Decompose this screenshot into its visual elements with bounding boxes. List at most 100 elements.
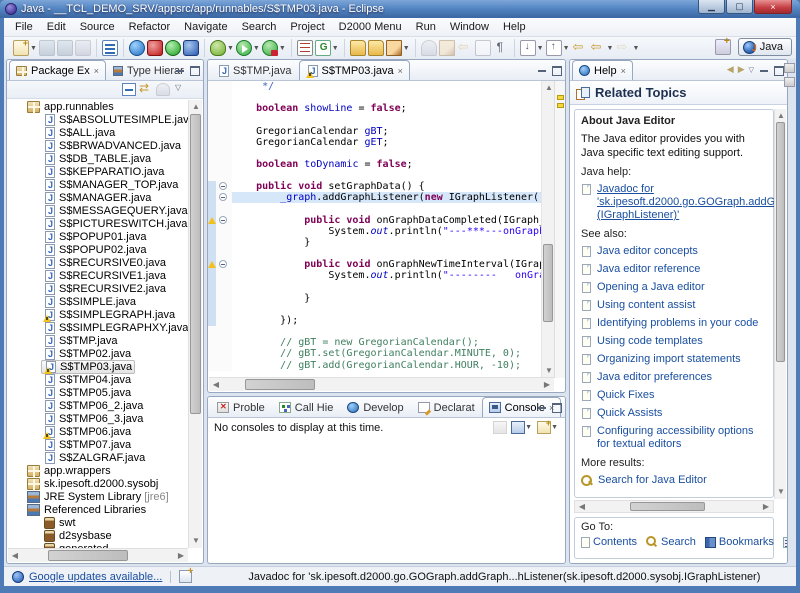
help-topic-link[interactable]: Java editor reference [581,263,767,276]
help-topic-link[interactable]: Quick Fixes [581,389,767,402]
code-editor[interactable]: */ boolean showLine = false; GregorianCa… [208,81,565,378]
search-for-java-editor-link[interactable]: Search for Java Editor [581,474,767,487]
help-topic-link[interactable]: Java editor concepts [581,245,767,258]
edit-tool-icon[interactable] [386,40,402,56]
previous-annotation-dropdown-icon[interactable]: ▼ [563,45,570,52]
help-view-menu-icon[interactable]: ▽ [749,66,754,74]
d2000-red-tool-icon[interactable] [147,40,163,56]
tree-vertical-scrollbar[interactable]: ▲ ▼ [188,100,202,548]
tree-horizontal-scrollbar[interactable]: ◀ ▶ [8,548,188,562]
open-folder2-icon[interactable] [368,40,384,56]
restore-view-icon[interactable] [784,63,795,73]
minimize-view-icon[interactable] [174,64,186,75]
d2000-globe-icon[interactable] [129,40,145,56]
editor-tab-s-tmp-java[interactable]: S$TMP.java [210,60,299,80]
debug-icon[interactable] [210,40,226,56]
google-updates-link[interactable]: Google updates available... [29,571,162,583]
back-dropdown-icon[interactable]: ▼ [607,45,614,52]
tree-item[interactable]: S$TMP.java [7,334,188,347]
menu-refactor[interactable]: Refactor [122,19,178,35]
maximize-console-icon[interactable] [550,401,562,412]
tree-item[interactable]: S$TMP04.java [7,373,188,386]
maximize-editor-icon[interactable] [550,64,562,75]
help-back-icon[interactable]: ◀ [727,64,734,75]
tree-item[interactable]: JRE System Library[jre6] [7,490,188,503]
collapse-all-icon[interactable] [122,83,136,96]
tab-help[interactable]: Help × [572,60,633,80]
previous-annotation-icon[interactable] [546,40,562,56]
tree-item[interactable]: S$ALL.java [7,126,188,139]
editor-vertical-scrollbar[interactable]: ▲ ▼ [541,81,554,378]
tree-item[interactable]: S$SIMPLE.java [7,295,188,308]
tree-item[interactable]: S$MANAGER_TOP.java [7,178,188,191]
tree-item[interactable]: S$TMP03.java [7,360,188,373]
javadoc-link[interactable]: Javadoc for 'sk.ipesoft.d2000.go.GOGraph… [581,183,767,222]
block-selection-icon[interactable] [475,40,491,56]
next-annotation-icon[interactable] [520,40,536,56]
tree-item[interactable]: S$RECURSIVE2.java [7,282,188,295]
generate-dropdown-icon[interactable]: ▼ [332,45,339,52]
goto-contents[interactable]: Contents [581,536,637,548]
menu-d2000-menu[interactable]: D2000 Menu [332,19,409,35]
new-dropdown-icon[interactable]: ▼ [30,45,37,52]
help-topic-link[interactable]: Identifying problems in your code [581,317,767,330]
display-console-dropdown-icon[interactable]: ▼ [525,424,532,431]
view-tab-develop[interactable]: Develop [340,397,410,417]
minimize-editor-icon[interactable] [536,64,548,75]
fold-collapse-icon[interactable] [219,182,227,190]
tree-item[interactable]: sk.ipesoft.d2000.sysobj [7,477,188,490]
tree-item[interactable]: S$TMP02.java [7,347,188,360]
help-horizontal-scrollbar[interactable]: ◀ ▶ [574,500,774,513]
print-icon[interactable] [75,40,91,56]
tree-item[interactable]: S$KEPPARATIO.java [7,165,188,178]
save-all-icon[interactable] [57,40,73,56]
forward-icon[interactable] [615,40,631,56]
tree-item[interactable]: S$TMP06.java [7,425,188,438]
fast-view-icon[interactable] [179,570,192,583]
run-icon[interactable] [236,40,252,56]
last-edit-location-icon[interactable] [457,40,473,56]
close-tab-icon[interactable]: × [94,66,99,76]
editor-tab-s-tmp03-java[interactable]: S$TMP03.java× [299,60,410,80]
next-annotation-dropdown-icon[interactable]: ▼ [537,45,544,52]
generate-icon[interactable] [315,40,331,56]
tree-item[interactable]: S$BRWADVANCED.java [7,139,188,152]
minimize-help-icon[interactable] [758,64,770,75]
menu-project[interactable]: Project [283,19,331,35]
tree-item[interactable]: S$ZALGRAF.java [7,451,188,464]
external-tools-icon[interactable] [262,40,278,56]
fold-collapse-icon[interactable] [219,193,227,201]
tree-item[interactable]: S$RECURSIVE0.java [7,256,188,269]
d2000-settings-icon[interactable] [102,40,118,56]
fold-collapse-icon[interactable] [219,260,227,268]
coverage-icon[interactable] [297,40,313,56]
menu-help[interactable]: Help [496,19,533,35]
close-button[interactable]: × [754,0,792,14]
tree-item[interactable]: S$MESSAGEQUERY.java [7,204,188,217]
debug-dropdown-icon[interactable]: ▼ [227,45,234,52]
link-with-editor-icon[interactable] [139,83,153,96]
fold-collapse-icon[interactable] [219,216,227,224]
tree-item[interactable]: S$MANAGER.java [7,191,188,204]
menu-file[interactable]: File [8,19,40,35]
view-tab-proble[interactable]: Proble [210,397,272,417]
help-topic-link[interactable]: Quick Assists [581,407,767,420]
tree-item[interactable]: d2sysbase [7,529,188,542]
minimize-button[interactable]: ▁ [698,0,725,14]
help-topic-link[interactable]: Using code templates [581,335,767,348]
overview-ruler[interactable] [554,81,565,378]
close-help-tab-icon[interactable]: × [621,66,626,76]
editor-horizontal-scrollbar[interactable]: ◀ ▶ [209,377,554,391]
minimize-console-icon[interactable] [536,401,548,412]
outline-fast-view-icon[interactable] [784,77,795,87]
warning-marker[interactable] [557,95,564,100]
mark-occurrences-icon[interactable] [439,40,455,56]
display-selected-console-icon[interactable] [511,421,525,434]
menu-navigate[interactable]: Navigate [177,19,234,35]
pin-editor-icon[interactable] [421,40,437,56]
menu-window[interactable]: Window [443,19,496,35]
help-topic-link[interactable]: Java editor preferences [581,371,767,384]
java-perspective-button[interactable]: Java [738,38,792,56]
menu-search[interactable]: Search [235,19,284,35]
tree-item[interactable]: S$DB_TABLE.java [7,152,188,165]
